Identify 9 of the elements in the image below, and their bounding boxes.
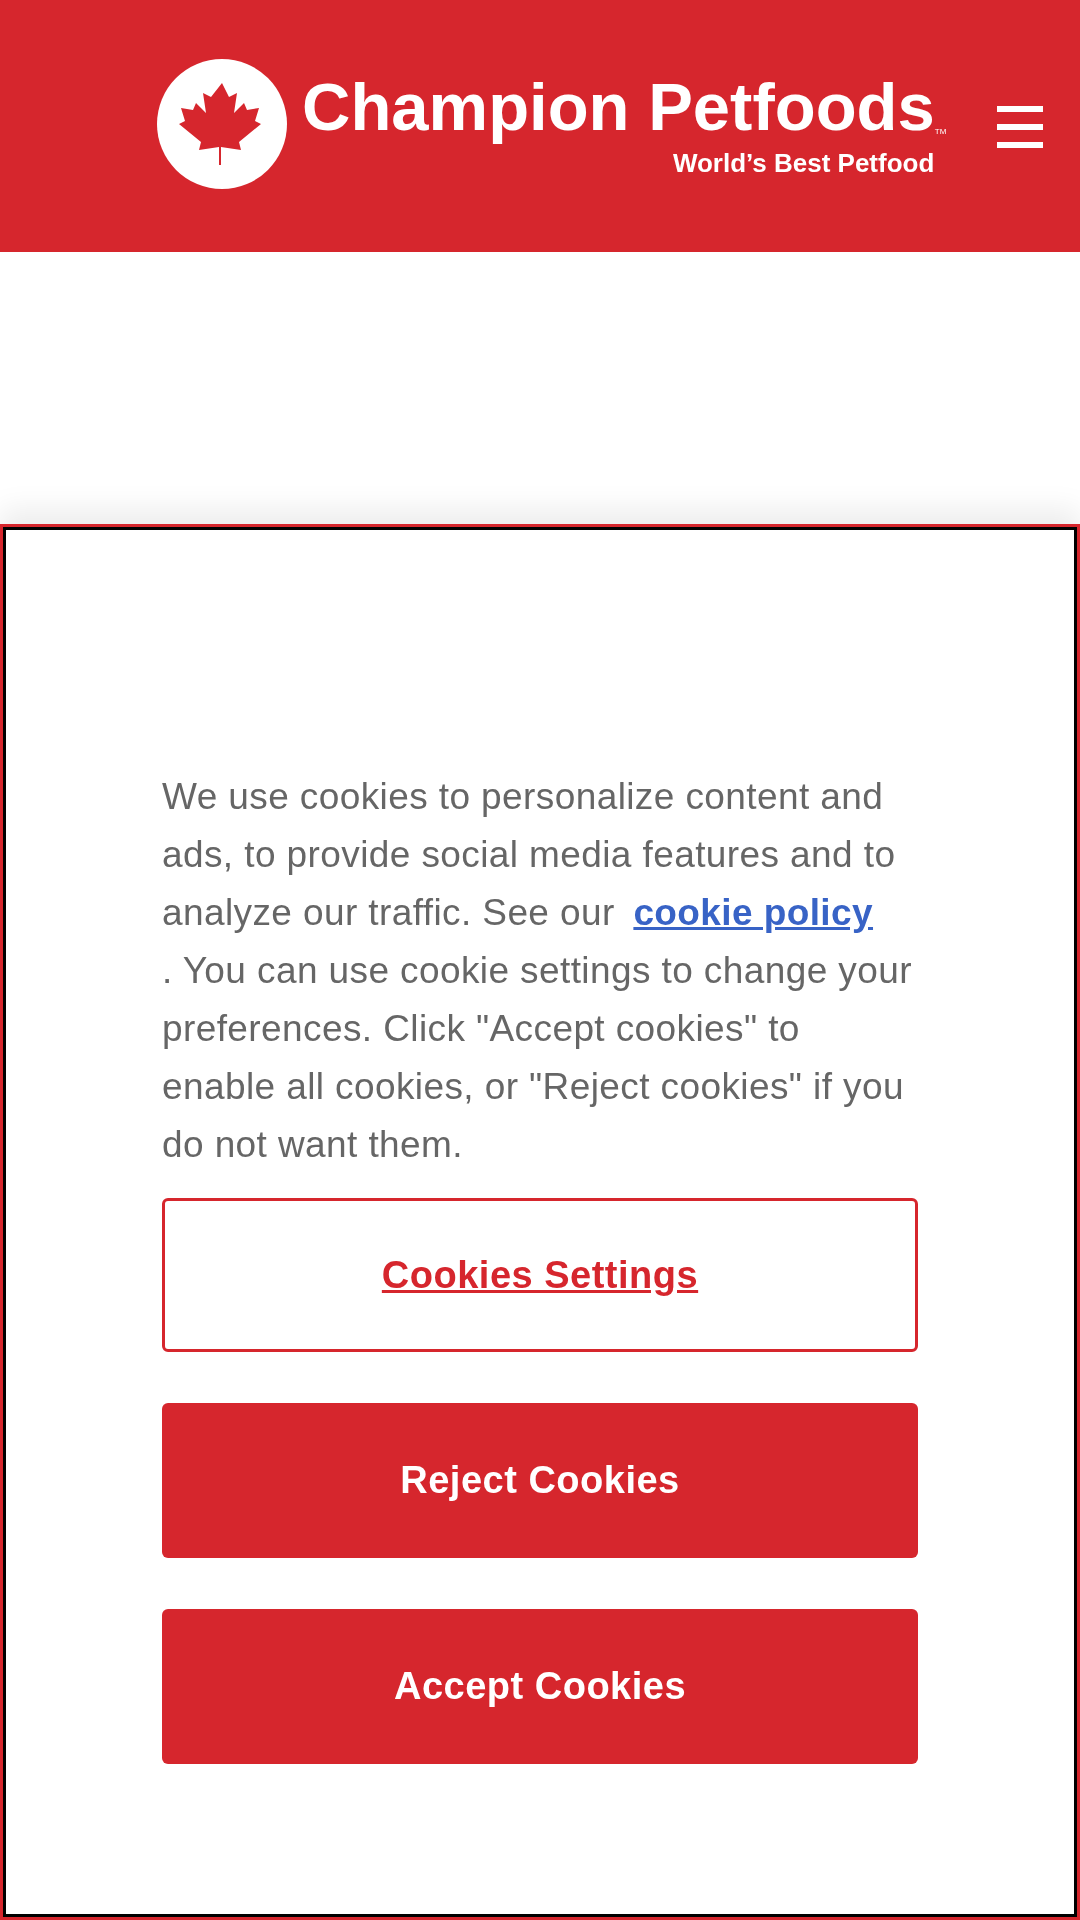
cookie-button[interactable]: Accept Cookies bbox=[162, 1609, 918, 1764]
maple-leaf-logo-icon bbox=[157, 59, 287, 189]
settings-button[interactable]: Cookies Settings bbox=[162, 1198, 918, 1352]
cookie-message: We use cookies to personalize content and ads, to provide social media features and to analyze our traffic. See our cookie policy . You can use cookie settings to change your preferences. Click "Accept cookies" to enable all cookies, or "Reject cookies" if you do not want them. bbox=[162, 775, 913, 1167]
trademark: TM bbox=[934, 127, 947, 136]
cookie-policy-link[interactable]: cookie policy bbox=[633, 892, 873, 933]
tagline: World’s Best Petfood bbox=[672, 149, 935, 176]
menu-icon bbox=[997, 106, 1043, 148]
cookie-button[interactable]: Reject Cookies bbox=[162, 1403, 918, 1558]
